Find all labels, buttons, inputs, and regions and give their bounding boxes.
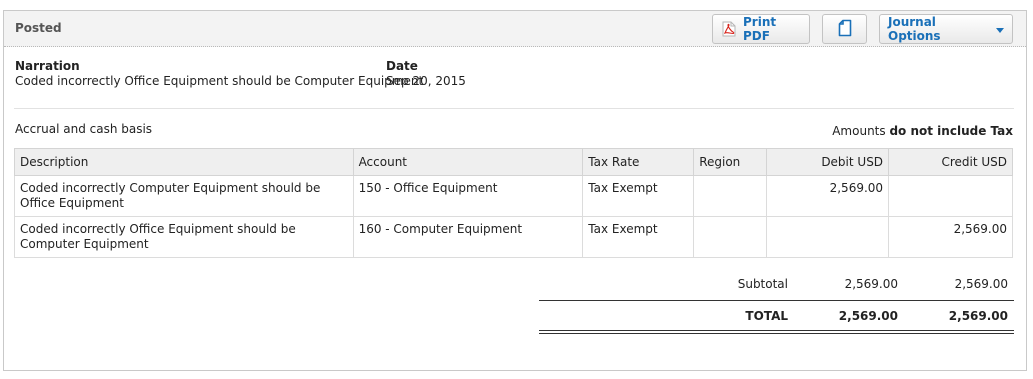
- cell-credit: 2,569.00: [888, 216, 1013, 258]
- cell-credit: [888, 175, 1013, 217]
- col-account: Account: [352, 148, 584, 176]
- date-value: Sep 20, 2015: [386, 74, 466, 88]
- print-pdf-button[interactable]: Print PDF: [712, 14, 810, 44]
- col-credit: Credit USD: [888, 148, 1013, 176]
- divider: [14, 108, 1014, 109]
- cell-description: Coded incorrectly Computer Equipment sho…: [14, 175, 354, 217]
- table-header-row: Description Account Tax Rate Region Debi…: [14, 148, 1013, 176]
- copy-button[interactable]: [822, 14, 867, 44]
- subtotal-label: Subtotal: [737, 277, 788, 291]
- cell-debit: [766, 216, 890, 258]
- total-credit: 2,569.00: [948, 309, 1008, 323]
- col-debit: Debit USD: [766, 148, 890, 176]
- print-pdf-label: Print PDF: [743, 15, 777, 43]
- journal-options-button[interactable]: Journal Options: [879, 14, 1013, 44]
- totals-divider: [539, 300, 1014, 301]
- date-label: Date: [386, 59, 418, 73]
- cell-debit: 2,569.00: [766, 175, 890, 217]
- pdf-icon: [721, 21, 737, 37]
- totals-double-line-bottom: [539, 333, 1014, 334]
- total-label: TOTAL: [745, 309, 788, 323]
- caret-down-icon: [996, 27, 1004, 33]
- tax-note-prefix: Amounts: [832, 124, 886, 138]
- journal-lines-table: Description Account Tax Rate Region Debi…: [14, 148, 1013, 258]
- cell-description: Coded incorrectly Office Equipment shoul…: [14, 216, 354, 258]
- col-description: Description: [14, 148, 354, 176]
- table-row: Coded incorrectly Office Equipment shoul…: [14, 216, 1013, 258]
- cell-tax-rate: Tax Exempt: [582, 175, 695, 217]
- table-row: Coded incorrectly Computer Equipment sho…: [14, 175, 1013, 217]
- subtotal-debit: 2,569.00: [844, 277, 898, 291]
- subtotal-credit: 2,569.00: [954, 277, 1008, 291]
- cell-tax-rate: Tax Exempt: [582, 216, 695, 258]
- cell-region: [693, 216, 768, 258]
- cell-account: 160 - Computer Equipment: [352, 216, 584, 258]
- status-label: Posted: [15, 21, 62, 35]
- journal-toolbar: Posted Print PDF Journal Options: [4, 11, 1026, 47]
- col-tax-rate: Tax Rate: [582, 148, 695, 176]
- cell-region: [693, 175, 768, 217]
- col-region: Region: [693, 148, 768, 176]
- copy-icon: [838, 19, 852, 40]
- cell-account: 150 - Office Equipment: [352, 175, 584, 217]
- narration-value: Coded incorrectly Office Equipment shoul…: [15, 74, 424, 88]
- narration-label: Narration: [15, 59, 80, 73]
- tax-note: Amounts do not include Tax: [832, 124, 1013, 138]
- total-debit: 2,569.00: [838, 309, 898, 323]
- journal-panel: Posted Print PDF Journal Options Narrati…: [3, 10, 1027, 371]
- totals-double-line-top: [539, 330, 1014, 331]
- journal-options-label: Journal Options: [888, 15, 941, 43]
- tax-note-emphasis: do not include Tax: [889, 124, 1013, 138]
- basis-label: Accrual and cash basis: [15, 122, 153, 136]
